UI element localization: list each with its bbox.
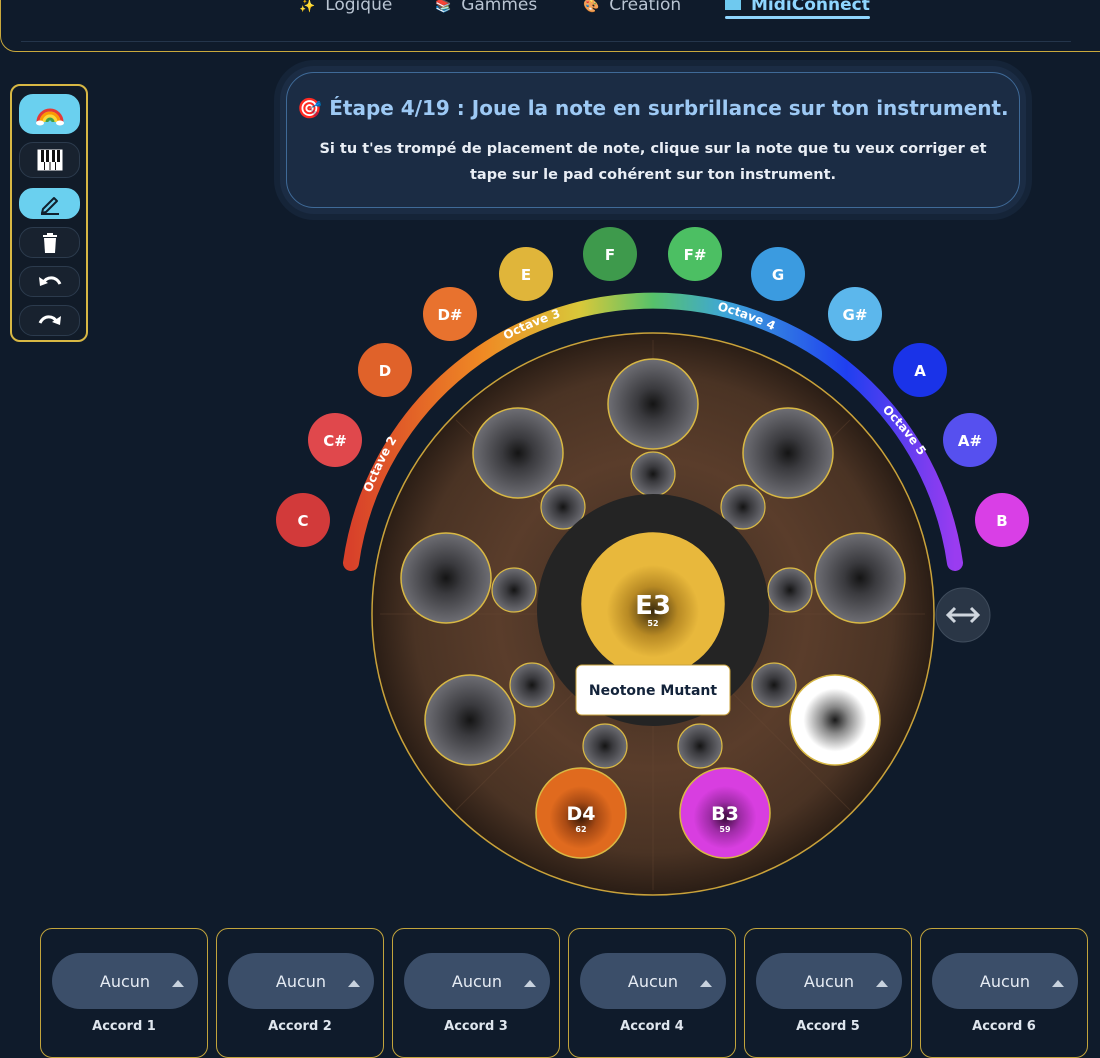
chord-value: Aucun xyxy=(627,971,679,991)
pad-small[interactable] xyxy=(491,567,537,613)
octave-label: Octave 5 xyxy=(880,402,929,457)
caret-up-icon xyxy=(1052,980,1064,987)
note-label: C# xyxy=(323,432,347,450)
caret-up-icon xyxy=(348,980,360,987)
caret-up-icon xyxy=(876,980,888,987)
pad-midi: 59 xyxy=(719,825,731,834)
pad-d4[interactable]: D4 62 xyxy=(535,767,627,859)
chord-value: Aucun xyxy=(275,971,327,991)
instrument-name: Neotone Mutant xyxy=(589,683,717,699)
note-button-c[interactable]: C xyxy=(276,493,330,547)
chord-select[interactable]: Aucun xyxy=(756,953,902,1009)
instrument-name-label: Neotone Mutant xyxy=(575,664,731,716)
note-label: F xyxy=(605,246,615,264)
note-label: G xyxy=(772,266,784,284)
note-button-e[interactable]: E xyxy=(499,247,553,301)
note-button-f[interactable]: F xyxy=(583,227,637,281)
note-label: B xyxy=(996,512,1007,530)
note-button-g-sharp[interactable]: G# xyxy=(828,287,882,341)
note-label: C xyxy=(297,512,308,530)
chord-card: Aucun Accord 6 xyxy=(920,928,1088,1058)
chord-select[interactable]: Aucun xyxy=(932,953,1078,1009)
chord-card: Aucun Accord 5 xyxy=(744,928,912,1058)
svg-text:Octave 5: Octave 5 xyxy=(880,402,929,457)
caret-up-icon xyxy=(700,980,712,987)
chord-select[interactable]: Aucun xyxy=(52,953,198,1009)
note-label: E xyxy=(521,266,531,284)
note-button-g[interactable]: G xyxy=(751,247,805,301)
pad[interactable] xyxy=(424,674,516,766)
swap-button[interactable] xyxy=(935,587,991,643)
caret-up-icon xyxy=(524,980,536,987)
pad-note: B3 xyxy=(711,803,739,825)
chord-value: Aucun xyxy=(979,971,1031,991)
chord-label: Accord 4 xyxy=(620,1019,684,1034)
chord-card: Aucun Accord 4 xyxy=(568,928,736,1058)
chord-value: Aucun xyxy=(803,971,855,991)
chord-value: Aucun xyxy=(451,971,503,991)
chord-card: Aucun Accord 2 xyxy=(216,928,384,1058)
pad-b3[interactable]: B3 59 xyxy=(679,767,771,859)
pad-small[interactable] xyxy=(509,662,555,708)
chord-select[interactable]: Aucun xyxy=(228,953,374,1009)
pad-note: D4 xyxy=(567,803,596,825)
note-label: G# xyxy=(843,306,868,324)
pad[interactable] xyxy=(607,358,699,450)
note-button-b[interactable]: B xyxy=(975,493,1029,547)
note-label: A# xyxy=(958,432,982,450)
chord-label: Accord 6 xyxy=(972,1019,1036,1034)
pad-small[interactable] xyxy=(677,723,723,769)
note-label: F# xyxy=(684,246,707,264)
pad[interactable] xyxy=(814,532,906,624)
chord-select[interactable]: Aucun xyxy=(580,953,726,1009)
chord-label: Accord 2 xyxy=(268,1019,332,1034)
pad-midi: 52 xyxy=(647,619,658,628)
pad-small[interactable] xyxy=(582,723,628,769)
chord-value: Aucun xyxy=(99,971,151,991)
chord-select[interactable]: Aucun xyxy=(404,953,550,1009)
note-button-d[interactable]: D xyxy=(358,343,412,397)
pad[interactable] xyxy=(742,407,834,499)
chord-label: Accord 5 xyxy=(796,1019,860,1034)
note-button-a[interactable]: A xyxy=(893,343,947,397)
note-label: D# xyxy=(437,306,462,324)
chord-card: Aucun Accord 3 xyxy=(392,928,560,1058)
pad-small[interactable] xyxy=(767,567,813,613)
note-button-d-sharp[interactable]: D# xyxy=(423,287,477,341)
center-pad[interactable]: E3 52 xyxy=(581,532,725,676)
note-label: D xyxy=(379,362,391,380)
chord-label: Accord 3 xyxy=(444,1019,508,1034)
pad[interactable] xyxy=(400,532,492,624)
chord-label: Accord 1 xyxy=(92,1019,156,1034)
pad-small[interactable] xyxy=(630,451,676,497)
pad[interactable] xyxy=(472,407,564,499)
caret-up-icon xyxy=(172,980,184,987)
chord-bar: Aucun Accord 1 Aucun Accord 2 Aucun Acco… xyxy=(0,928,1100,1058)
pad-midi: 62 xyxy=(575,825,586,834)
pad-small[interactable] xyxy=(751,662,797,708)
note-button-c-sharp[interactable]: C# xyxy=(308,413,362,467)
instrument-stage: Octave 2 Octave 3 Octave 4 Octave 5 C C#… xyxy=(276,227,1029,896)
pad-highlighted[interactable] xyxy=(789,674,881,766)
pad-note: E3 xyxy=(635,591,671,621)
chord-card: Aucun Accord 1 xyxy=(40,928,208,1058)
note-button-f-sharp[interactable]: F# xyxy=(668,227,722,281)
note-label: A xyxy=(914,362,926,380)
note-button-a-sharp[interactable]: A# xyxy=(943,413,997,467)
